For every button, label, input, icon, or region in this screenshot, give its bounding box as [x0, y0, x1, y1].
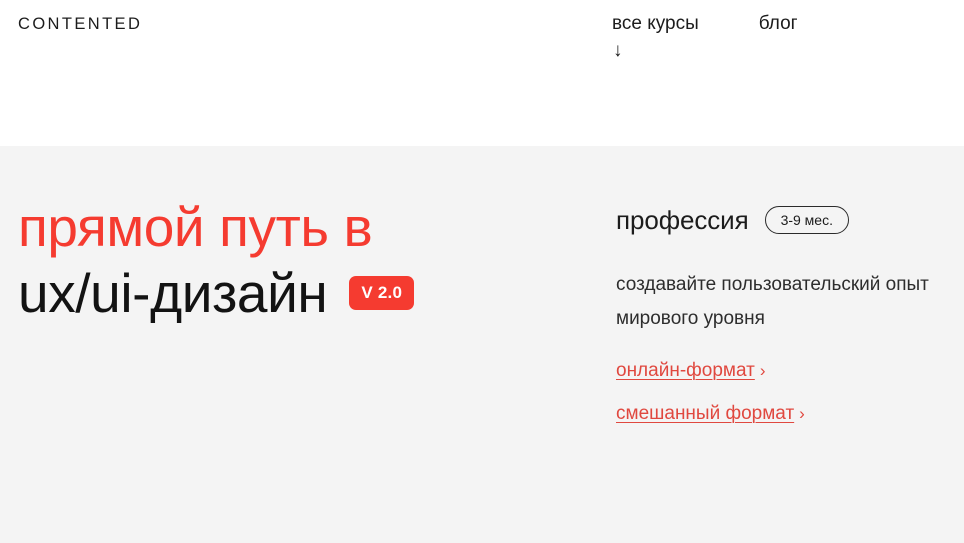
nav-item-blog-label: блог: [758, 13, 798, 34]
headline-line-2: ux/ui-дизайн: [18, 262, 328, 324]
hero-description: создавайте пользовательский опыт мировог…: [616, 274, 929, 329]
link-online-format-label: онлайн-формат: [616, 360, 755, 381]
version-badge: V 2.0: [349, 276, 415, 310]
site-header: CONTENTED все курсы ↓ блог: [0, 0, 964, 146]
hero-left-column: прямой путь в ux/ui-дизайн V 2.0: [18, 194, 578, 326]
hero-right-column: профессия 3-9 мес. создавайте пользовате…: [616, 204, 946, 446]
format-links: онлайн-формат › смешанный формат ›: [616, 360, 946, 425]
nav-item-blog[interactable]: блог: [759, 11, 798, 37]
page-title: прямой путь в ux/ui-дизайн V 2.0: [18, 194, 578, 326]
hero-section: прямой путь в ux/ui-дизайн V 2.0 професс…: [0, 146, 964, 543]
headline-line-1: прямой путь в: [18, 196, 373, 258]
arrow-down-icon[interactable]: ↓: [613, 41, 623, 61]
link-online-format[interactable]: онлайн-формат ›: [616, 360, 766, 382]
headline-line-2-row: ux/ui-дизайн V 2.0: [18, 260, 578, 326]
profession-heading-row: профессия 3-9 мес.: [616, 204, 946, 236]
link-blended-format-label: смешанный формат: [616, 403, 795, 424]
main-navigation: все курсы ↓ блог: [612, 11, 798, 61]
landing-page: CONTENTED все курсы ↓ блог прямой путь в…: [0, 0, 964, 543]
chevron-right-icon: ›: [759, 361, 766, 380]
nav-item-all-courses-label: все курсы: [612, 13, 699, 34]
chevron-right-icon: ›: [799, 404, 805, 423]
brand-logo[interactable]: CONTENTED: [18, 14, 142, 34]
duration-badge: 3-9 мес.: [764, 206, 849, 234]
profession-label: профессия: [616, 205, 749, 235]
nav-item-all-courses[interactable]: все курсы ↓: [612, 11, 699, 61]
link-blended-format[interactable]: смешанный формат ›: [616, 403, 805, 425]
